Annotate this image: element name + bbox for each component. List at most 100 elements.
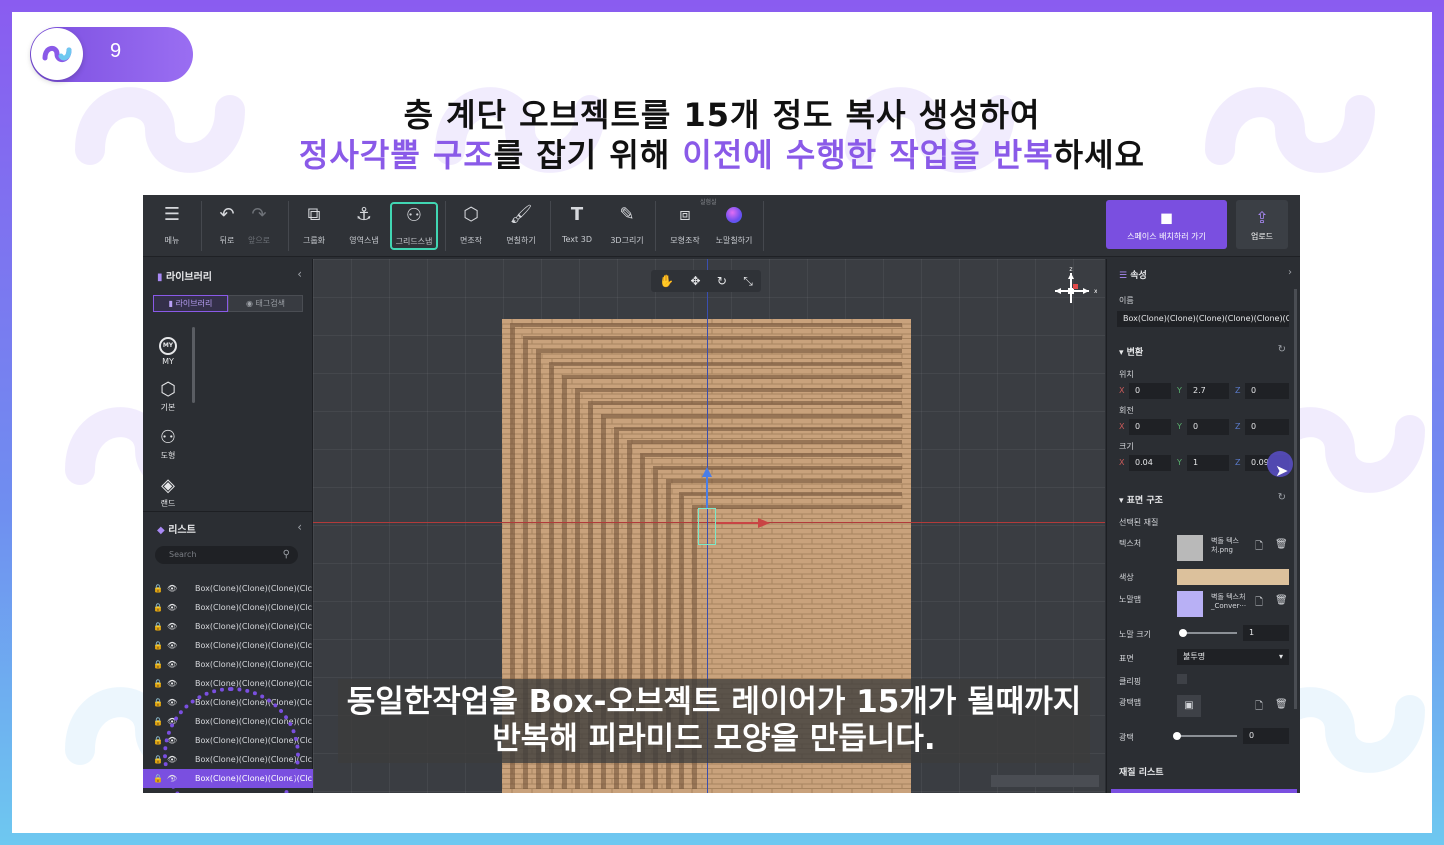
hand-icon[interactable]: ✋ (659, 274, 674, 288)
list-item[interactable]: 🔒 👁 Box(Clone)(Clone)(Clone)(Clc (143, 655, 313, 674)
texture-thumbnail[interactable] (1177, 535, 1203, 561)
lock-icon[interactable]: 🔒 (153, 579, 163, 598)
trash-icon[interactable]: 🗑 (1275, 699, 1288, 710)
gloss-knob[interactable] (1173, 732, 1181, 740)
lock-icon[interactable]: 🔒 (153, 598, 163, 617)
file-icon[interactable]: 🗋 (1255, 539, 1263, 556)
text3d-icon: T (570, 204, 584, 225)
redo-button[interactable]: ↷ 앞으로 (235, 203, 283, 251)
move-icon[interactable]: ✥ (690, 274, 700, 288)
go-to-space-button[interactable]: ◼ 스페이스 배치하러 가기 (1106, 200, 1227, 249)
normal-size-knob[interactable] (1179, 629, 1187, 637)
lock-icon[interactable]: 🔒 (153, 712, 163, 731)
transform-section[interactable]: ▾ 변환 (1119, 345, 1143, 358)
lock-icon[interactable]: 🔒 (153, 636, 163, 655)
eye-icon[interactable]: 👁 (167, 617, 177, 636)
gloss-field[interactable]: 0 (1243, 728, 1289, 744)
normal-size-slider[interactable] (1179, 632, 1237, 634)
upload-button[interactable]: ⇪ 업로드 (1236, 200, 1288, 249)
model-edit-button[interactable]: ⧈ 모형조작 (661, 203, 709, 251)
list-item[interactable]: 🔒 👁 Box(Clone)(Clone)(Clone)(Clc (143, 636, 313, 655)
move-gizmo-y-arrow[interactable] (706, 473, 708, 509)
grid-snap-button[interactable]: ⚇ 그리드스냅 (390, 202, 438, 250)
position-x-field[interactable]: 0 (1129, 383, 1171, 399)
viewport-scrollbar[interactable] (991, 775, 1099, 787)
axis-z-label: Z (1235, 458, 1241, 467)
lock-icon[interactable]: 🔒 (153, 731, 163, 750)
list-header: ◆ 리스트 (157, 521, 196, 536)
eye-icon[interactable]: 👁 (167, 655, 177, 674)
lock-icon[interactable]: 🔒 (153, 617, 163, 636)
position-z-field[interactable]: 0 (1245, 383, 1289, 399)
tab-library[interactable]: ▮ 라이브러리 (153, 295, 228, 312)
file-icon[interactable]: 🗋 (1255, 595, 1263, 612)
lock-icon[interactable]: 🔒 (153, 655, 163, 674)
position-y-field[interactable]: 2.7 (1187, 383, 1229, 399)
lock-icon[interactable]: 🔒 (153, 769, 163, 788)
rotation-z-field[interactable]: 0 (1245, 419, 1289, 435)
library-category-shapes[interactable]: ⚇ 도형 (151, 427, 185, 461)
search-icon: ⚲ (282, 549, 290, 560)
rotate-icon[interactable]: ↻ (717, 274, 727, 288)
draw3d-button[interactable]: ✎ 3D그리기 (603, 203, 651, 251)
toolbar: ☰ 메뉴 ↶ 뒤로 ↷ 앞으로 ⧉ 그룹화 ⚓ 영역스냅 ⚇ 그리드스냅 ⬡ 면… (143, 195, 1300, 257)
library-scrollbar[interactable] (192, 327, 195, 403)
search-placeholder: Search (169, 550, 197, 559)
tab-tag-search[interactable]: ◉ 태그검색 (228, 295, 303, 312)
file-icon[interactable]: 🗋 (1255, 699, 1263, 716)
area-snap-button[interactable]: ⚓ 영역스냅 (340, 203, 388, 251)
list-item[interactable]: 🔒 👁 Box(Clone)(Clone)(Clone)(Clc (143, 579, 313, 598)
3d-viewport[interactable]: ✋ ✥ ↻ ⤡ z x 동일한작업을 Box-오브젝트 레이어가 15개가 될때… (313, 259, 1105, 793)
list-item-label: Box(Clone)(Clone)(Clone)(Clc (195, 641, 313, 650)
face-paint-button[interactable]: 🖌 면칠하기 (497, 203, 545, 251)
scale-x-field[interactable]: 0.04 (1129, 455, 1171, 471)
normal-size-field[interactable]: 1 (1243, 625, 1289, 641)
menu-button[interactable]: ☰ 메뉴 (148, 203, 196, 251)
image-placeholder-icon[interactable]: ▣ (1177, 695, 1201, 717)
eye-icon[interactable]: 👁 (167, 579, 177, 598)
library-category-basic[interactable]: ⬡ 기본 (151, 379, 185, 413)
clipping-checkbox[interactable] (1177, 674, 1187, 684)
group-button[interactable]: ⧉ 그룹화 (290, 203, 338, 251)
expand-panel-chevron-icon[interactable]: › (1288, 267, 1292, 278)
orientation-gizmo[interactable]: z x (1051, 267, 1097, 309)
rotation-x-field[interactable]: 0 (1129, 419, 1171, 435)
lock-icon[interactable]: 🔒 (153, 674, 163, 693)
normal-map-thumbnail[interactable] (1177, 591, 1203, 617)
list-item[interactable]: 🔒 👁 Box(Clone)(Clone)(Clone)(Clc (143, 617, 313, 636)
color-swatch[interactable] (1177, 569, 1289, 585)
eye-icon[interactable]: 👁 (167, 636, 177, 655)
surface-mode-select[interactable]: 불투명 ▾ (1177, 649, 1289, 665)
library-category-my[interactable]: MY MY (151, 331, 185, 366)
lock-icon[interactable]: 🔒 (153, 693, 163, 712)
category-label: 도형 (160, 451, 176, 460)
surface-section[interactable]: ▾ 표면 구조 (1119, 493, 1163, 506)
text3d-button[interactable]: T Text 3D (553, 203, 601, 251)
trash-icon[interactable]: 🗑 (1275, 595, 1288, 606)
collapse-library-chevron-icon[interactable]: ‹ (297, 267, 302, 281)
face-edit-button[interactable]: ⬡ 면조작 (447, 203, 495, 251)
properties-scrollbar[interactable] (1294, 289, 1297, 709)
rotation-y-field[interactable]: 0 (1187, 419, 1229, 435)
list-search-input[interactable]: Search ⚲ (155, 546, 298, 564)
gloss-slider[interactable] (1175, 735, 1237, 737)
eye-icon[interactable]: 👁 (167, 598, 177, 617)
toolbar-divider (763, 201, 764, 251)
list-item-label: Box(Clone)(Clone)(Clone)(Clc (195, 584, 313, 593)
list-item[interactable]: 🔒 👁 Box(Clone)(Clone)(Clone)(Clc (143, 598, 313, 617)
selected-object-outline[interactable] (698, 508, 716, 545)
lock-icon[interactable]: 🔒 (153, 750, 163, 769)
scale-y-field[interactable]: 1 (1187, 455, 1229, 471)
eye-icon[interactable]: 👁 (167, 674, 177, 693)
name-field[interactable]: Box(Clone)(Clone)(Clone)(Clone)(Clone)(C (1117, 311, 1289, 327)
normal-paint-button[interactable]: 노말칠하기 (710, 203, 758, 251)
eye-icon[interactable]: 👁 (167, 693, 177, 712)
reset-surface-icon[interactable]: ↻ (1278, 492, 1286, 503)
reset-transform-icon[interactable]: ↻ (1278, 344, 1286, 355)
trash-icon[interactable]: 🗑 (1275, 539, 1288, 550)
subtitle-line-1: 동일한작업을 Box-오브젝트 레이어가 15개가 될때까지 (346, 684, 1082, 720)
move-gizmo-x-arrow[interactable] (716, 522, 760, 524)
scale-icon[interactable]: ⤡ (743, 274, 753, 289)
library-category-land[interactable]: ◈ 랜드 (151, 475, 185, 509)
collapse-list-chevron-icon[interactable]: ‹ (297, 520, 302, 534)
